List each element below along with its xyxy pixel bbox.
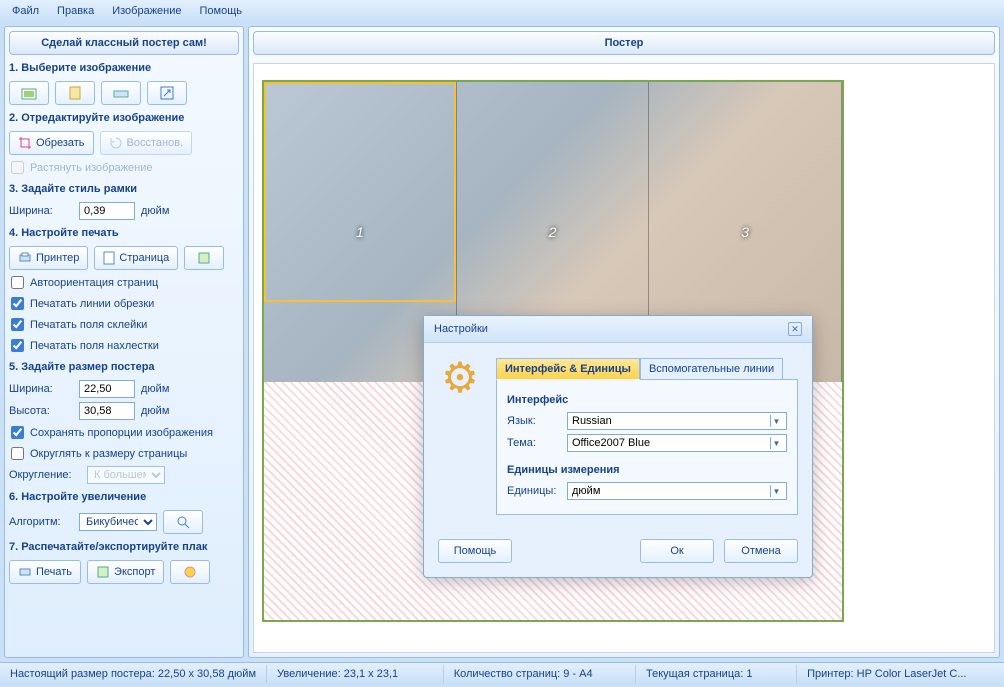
step5-title: 5. Задайте размер постера — [9, 358, 239, 376]
auto-orient-checkbox[interactable]: Автоориентация страниц — [9, 274, 239, 291]
algorithm-label: Алгоритм: — [9, 516, 73, 528]
algorithm-select[interactable]: Бикубическ — [79, 513, 157, 531]
chevron-down-icon: ▼ — [770, 485, 782, 497]
step2-title: 2. Отредактируйте изображение — [9, 109, 239, 127]
chevron-down-icon: ▼ — [770, 437, 782, 449]
preview-zoom-button[interactable] — [163, 510, 203, 534]
sidebar: Сделай классный постер сам! 1. Выберите … — [4, 26, 244, 658]
dialog-help-button[interactable]: Помощь — [438, 539, 512, 563]
keep-aspect-checkbox[interactable]: Сохранять пропорции изображения — [9, 424, 239, 441]
glue-margins-checkbox[interactable]: Печатать поля склейки — [9, 316, 239, 333]
close-icon[interactable]: ✕ — [788, 322, 802, 336]
restore-button: Восстанов. — [100, 131, 193, 155]
poster-width-label: Ширина: — [9, 383, 73, 395]
round-page-checkbox[interactable]: Округлять к размеру страницы — [9, 445, 239, 462]
rounding-label: Округление: — [9, 469, 81, 481]
external-button[interactable] — [147, 81, 187, 105]
dialog-title: Настройки — [434, 323, 488, 335]
language-label: Язык: — [507, 415, 567, 427]
step7-title: 7. Распечатайте/экспортируйте плак — [9, 538, 239, 556]
step4-title: 4. Настройте печать — [9, 224, 239, 242]
step6-title: 6. Настройте увеличение — [9, 488, 239, 506]
poster-width-input[interactable] — [79, 380, 135, 398]
export-settings-button[interactable] — [170, 560, 210, 584]
menu-edit[interactable]: Правка — [49, 2, 102, 20]
sidebar-title-button[interactable]: Сделай классный постер сам! — [9, 31, 239, 55]
language-select[interactable]: Russian▼ — [567, 412, 787, 430]
content-title: Постер — [253, 31, 995, 55]
rounding-select: К большем — [87, 466, 165, 484]
page-button[interactable]: Страница — [94, 246, 178, 270]
page-settings-button[interactable] — [184, 246, 224, 270]
menu-file[interactable]: Файл — [4, 2, 47, 20]
group-interface: Интерфейс — [507, 394, 787, 406]
step1-title: 1. Выберите изображение — [9, 59, 239, 77]
export-button[interactable]: Экспорт — [87, 560, 164, 584]
status-current-page: Текущая страница: 1 — [636, 665, 797, 683]
gear-icon: ⚙ — [438, 357, 482, 401]
tab-guides[interactable]: Вспомогательные линии — [640, 358, 783, 380]
status-zoom: Увеличение: 23,1 x 23,1 — [267, 665, 444, 683]
poster-height-label: Высота: — [9, 405, 73, 417]
scan-button[interactable] — [101, 81, 141, 105]
paste-button[interactable] — [55, 81, 95, 105]
step3-title: 3. Задайте стиль рамки — [9, 180, 239, 198]
poster-width-unit: дюйм — [141, 383, 169, 395]
status-poster-size: Настоящий размер постера: 22,50 x 30,58 … — [0, 665, 267, 683]
tab-interface-units[interactable]: Интерфейс & Единицы — [496, 358, 640, 380]
border-width-input[interactable] — [79, 202, 135, 220]
dialog-panel: Интерфейс Язык: Russian▼ Тема: Office200… — [496, 379, 798, 515]
units-label: Единицы: — [507, 485, 567, 497]
units-select[interactable]: дюйм▼ — [567, 482, 787, 500]
menu-image[interactable]: Изображение — [104, 2, 189, 20]
chevron-down-icon: ▼ — [770, 415, 782, 427]
theme-label: Тема: — [507, 437, 567, 449]
dialog-ok-button[interactable]: Ок — [640, 539, 714, 563]
status-pages: Количество страниц: 9 - A4 — [444, 665, 636, 683]
crop-button[interactable]: Обрезать — [9, 131, 94, 155]
print-button[interactable]: Печать — [9, 560, 81, 584]
border-unit: дюйм — [141, 205, 169, 217]
statusbar: Настоящий размер постера: 22,50 x 30,58 … — [0, 662, 1004, 684]
poster-height-unit: дюйм — [141, 405, 169, 417]
menu-help[interactable]: Помощь — [192, 2, 251, 20]
settings-dialog: Настройки ✕ ⚙ Интерфейс & Единицы Вспомо… — [423, 315, 813, 578]
stretch-checkbox[interactable]: Растянуть изображение — [9, 159, 239, 176]
printer-button[interactable]: Принтер — [9, 246, 88, 270]
menubar: Файл Правка Изображение Помощь — [0, 0, 1004, 22]
theme-select[interactable]: Office2007 Blue▼ — [567, 434, 787, 452]
open-image-button[interactable] — [9, 81, 49, 105]
dialog-cancel-button[interactable]: Отмена — [724, 539, 798, 563]
group-units: Единицы измерения — [507, 464, 787, 476]
border-width-label: Ширина: — [9, 205, 73, 217]
status-printer: Принтер: HP Color LaserJet C... — [797, 665, 1004, 683]
selection-overlay — [264, 82, 456, 302]
poster-height-input[interactable] — [79, 402, 135, 420]
overlap-margins-checkbox[interactable]: Печатать поля нахлестки — [9, 337, 239, 354]
crop-lines-checkbox[interactable]: Печатать линии обрезки — [9, 295, 239, 312]
